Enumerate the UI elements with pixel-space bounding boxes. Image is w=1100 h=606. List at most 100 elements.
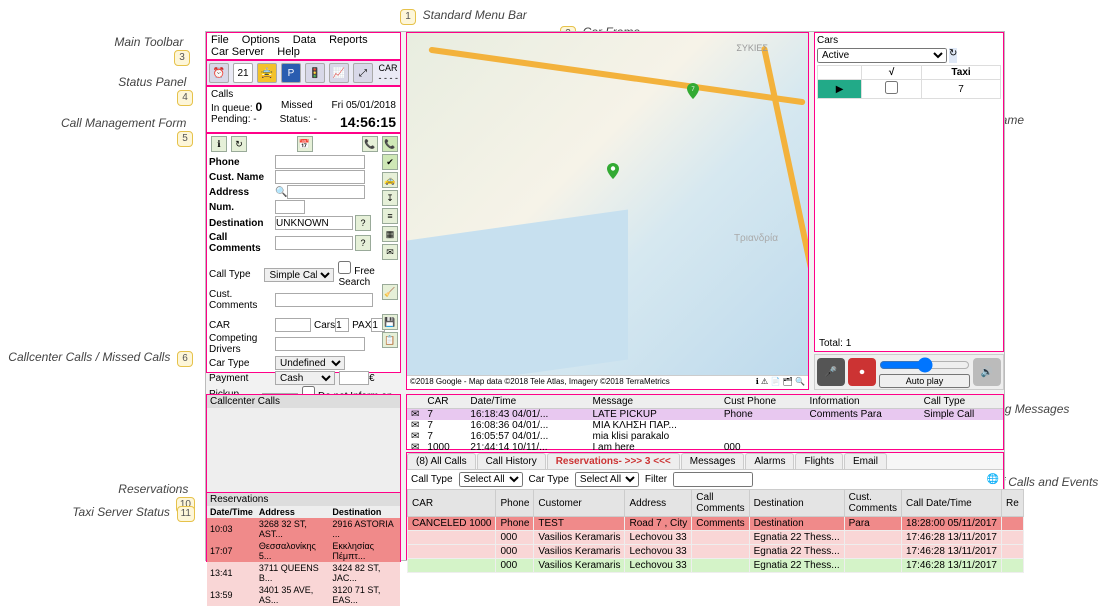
map-tool-search-icon[interactable]: 🔍	[795, 377, 805, 386]
calendar-icon[interactable]: 21	[233, 63, 253, 83]
grid-row[interactable]: 000Vasilios KeramarisLechovou 33Egnatia …	[408, 545, 1024, 559]
custname-input[interactable]	[275, 170, 365, 184]
globe-icon[interactable]: 🌐	[987, 474, 999, 485]
menu-help[interactable]: Help	[277, 46, 300, 58]
destination-input[interactable]	[275, 216, 353, 230]
grid-row[interactable]: CANCELED 1000PhoneTESTRoad 7 , CityComme…	[408, 517, 1024, 531]
map-pin-green[interactable]	[607, 163, 619, 179]
ok-icon[interactable]: ✔	[382, 154, 398, 170]
date-icon[interactable]: 📅	[297, 136, 313, 152]
msg-col-car: CAR	[423, 395, 466, 409]
volume-slider[interactable]	[879, 357, 970, 373]
g-col-cc[interactable]: Call Comments	[692, 490, 749, 517]
stop-icon[interactable]: ⏺	[848, 358, 876, 386]
tab-allcalls[interactable]: (8) All Calls	[407, 453, 476, 469]
menu-options[interactable]: Options	[242, 34, 280, 46]
tab-reservations[interactable]: Reservations- >>> 3 <<<	[547, 453, 680, 469]
cars-row[interactable]: ▶7	[818, 80, 1001, 99]
payment-select[interactable]: Cash	[275, 371, 335, 385]
map-tool-info-icon[interactable]: ℹ	[756, 377, 759, 386]
accept-icon[interactable]: 📞	[382, 136, 398, 152]
custname-label: Cust. Name	[209, 172, 275, 183]
menu-reports[interactable]: Reports	[329, 34, 368, 46]
g-col-cu[interactable]: Cust. Comments	[844, 490, 901, 517]
reservations-panel: Reservations Date/TimeAddressDestination…	[206, 492, 401, 562]
map-pin-taxi[interactable]: 7	[687, 83, 699, 99]
reserv-row[interactable]: 17:07Θεσσαλονίκης 5...Εκκλησίας Πέμπτ...	[207, 540, 400, 562]
g-col-dt[interactable]: Call Date/Time	[901, 490, 1001, 517]
map-tool-layers-icon[interactable]: 🗂	[783, 377, 793, 386]
parking-icon[interactable]: P	[281, 63, 301, 83]
copy-icon[interactable]: 📋	[382, 332, 398, 348]
cars-count-input[interactable]	[335, 318, 349, 332]
list-icon[interactable]: ≡	[382, 208, 398, 224]
reserv-row[interactable]: 10:033268 32 ST, AST...2916 ASTORIA ...	[207, 518, 400, 540]
tab-alarms[interactable]: Alarms	[745, 453, 794, 469]
pending-value: -	[253, 114, 256, 125]
info-icon[interactable]: ℹ	[211, 136, 227, 152]
menu-data[interactable]: Data	[293, 34, 316, 46]
msg-row[interactable]: ✉716:08:36 04/01/...MIA KΛHΣH ΠAP...	[407, 420, 1003, 431]
cartype-select[interactable]: Undefined	[275, 356, 345, 370]
lights-icon[interactable]: 🚦	[305, 63, 325, 83]
car-row-value: 7	[922, 80, 1001, 99]
amount-input[interactable]	[339, 371, 369, 385]
g-col-dest[interactable]: Destination	[749, 490, 844, 517]
cars-refresh-icon[interactable]: ↻	[949, 48, 957, 63]
dispatch-icon[interactable]: 🚕	[382, 172, 398, 188]
tab-email[interactable]: Email	[844, 453, 887, 469]
dest-help-icon[interactable]: ?	[355, 215, 371, 231]
car-row-check[interactable]	[885, 81, 898, 94]
formcar-input[interactable]	[275, 318, 311, 332]
map-tool-doc-icon[interactable]: 📄	[770, 377, 780, 386]
callcomments-input[interactable]	[275, 236, 353, 250]
freesearch-check[interactable]	[338, 261, 351, 274]
custcomments-label: Cust. Comments	[209, 289, 275, 311]
g-col-car[interactable]: CAR	[408, 490, 496, 517]
autoplay-button[interactable]: Auto play	[879, 374, 970, 388]
save-icon[interactable]: 💾	[382, 314, 398, 330]
msg-row[interactable]: ✉716:05:57 04/01/...mia klisi parakalo	[407, 431, 1003, 442]
g-col-re[interactable]: Re	[1001, 490, 1023, 517]
cars-filter-select[interactable]: Active	[817, 48, 947, 63]
taxi-icon[interactable]: 🚖	[257, 63, 277, 83]
phone-input[interactable]	[275, 155, 365, 169]
cc-help-icon[interactable]: ?	[355, 235, 371, 251]
tab-history[interactable]: Call History	[477, 453, 546, 469]
calltype-select[interactable]: Simple Call	[264, 268, 334, 282]
graph-icon[interactable]: 📈	[329, 63, 349, 83]
grid-row[interactable]: 000Vasilios KeramarisLechovou 33Egnatia …	[408, 559, 1024, 573]
car-frame: Cars Active ↻ √Taxi ▶7 Total: 1	[814, 32, 1004, 352]
flt-calltype-select[interactable]: Select All	[459, 472, 523, 487]
refresh-icon[interactable]: ↻	[231, 136, 247, 152]
g-col-addr[interactable]: Address	[625, 490, 692, 517]
expand-icon[interactable]: ⤢	[353, 63, 373, 83]
erase-icon[interactable]: 🧹	[382, 284, 398, 300]
tab-flights[interactable]: Flights	[795, 453, 842, 469]
search-icon[interactable]: 🔍	[275, 187, 287, 198]
map-tool-warn-icon[interactable]: ⚠	[761, 377, 768, 386]
assign-icon[interactable]: ↧	[382, 190, 398, 206]
map-frame[interactable]: Map zoom 7 ΣYKIEΣ Τριανδρία ©2018 Google…	[406, 32, 809, 390]
address-input[interactable]	[287, 185, 365, 199]
flt-filter-input[interactable]	[673, 472, 753, 487]
num-input[interactable]	[275, 200, 305, 214]
reserv-row[interactable]: 13:593401 35 AVE, AS...3120 71 ST, EAS..…	[207, 584, 400, 606]
g-col-cust[interactable]: Customer	[534, 490, 625, 517]
custcomments-input[interactable]	[275, 293, 373, 307]
alarm-icon[interactable]: ⏰	[209, 63, 229, 83]
menu-file[interactable]: File	[211, 34, 229, 46]
flt-cartype-select[interactable]: Select All	[575, 472, 639, 487]
phone-icon[interactable]: 📞	[362, 136, 378, 152]
speaker-icon[interactable]: 🔊	[973, 358, 1001, 386]
send-icon[interactable]: ✉	[382, 244, 398, 260]
grid-icon[interactable]: ▦	[382, 226, 398, 242]
g-col-phone[interactable]: Phone	[496, 490, 534, 517]
grid-row[interactable]: 000Vasilios KeramarisLechovou 33Egnatia …	[408, 531, 1024, 545]
tab-messages[interactable]: Messages	[681, 453, 745, 469]
msg-row[interactable]: ✉716:18:43 04/01/...LATE PICKUPPhoneComm…	[407, 409, 1003, 421]
reserv-row[interactable]: 13:413711 QUEENS B...3424 82 ST, JAC...	[207, 562, 400, 584]
mic-icon[interactable]: 🎤	[817, 358, 845, 386]
menu-carserver[interactable]: Car Server	[211, 46, 264, 58]
competing-input[interactable]	[275, 337, 365, 351]
